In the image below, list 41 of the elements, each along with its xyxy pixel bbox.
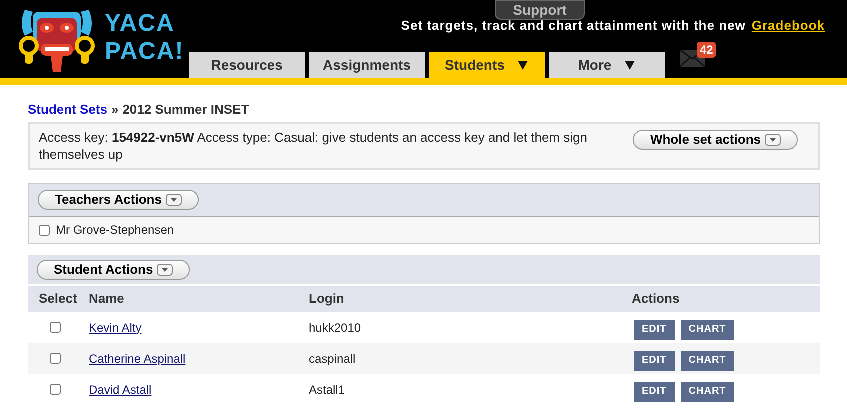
whole-set-actions-button[interactable]: Whole set actions bbox=[633, 130, 798, 150]
action-button[interactable]: EDIT bbox=[634, 382, 675, 402]
login-text: hukk2010 bbox=[309, 320, 362, 334]
teachers-actions-button[interactable]: Teachers Actions bbox=[38, 190, 199, 210]
student-name-link[interactable]: Kevin Alty bbox=[89, 320, 142, 334]
checkbox[interactable] bbox=[50, 322, 61, 333]
dropdown-icon bbox=[765, 134, 781, 146]
action-button[interactable]: CHART bbox=[680, 350, 734, 370]
nav-tab[interactable]: Students bbox=[429, 52, 545, 78]
logo-text: YACA bbox=[105, 10, 176, 38]
column-header: Select bbox=[39, 291, 78, 306]
message-count-badge: 42 bbox=[697, 42, 716, 58]
action-button[interactable]: EDIT bbox=[634, 350, 675, 370]
tagline: Set targets, track and chart attainment with the new bbox=[401, 18, 746, 35]
dropdown-icon bbox=[157, 264, 174, 276]
teacher-name: Mr Grove-Stephensen bbox=[56, 222, 174, 239]
action-button[interactable]: CHART bbox=[680, 320, 734, 340]
action-button[interactable]: EDIT bbox=[634, 320, 675, 340]
login-text: Astall1 bbox=[309, 382, 346, 396]
nav-tab[interactable]: Assignments bbox=[309, 52, 425, 78]
dropdown-icon bbox=[166, 194, 182, 206]
student-name-link[interactable]: Catherine Aspinall bbox=[89, 352, 186, 366]
column-header: Name bbox=[89, 291, 124, 306]
column-header: Actions bbox=[632, 291, 680, 306]
student-name-link[interactable]: David Astall bbox=[89, 382, 152, 396]
support-tab[interactable]: Support bbox=[495, 0, 585, 20]
login-text: caspinall bbox=[309, 352, 356, 366]
student-actions-button[interactable]: Student Actions bbox=[37, 260, 190, 280]
logo-text: PACA! bbox=[105, 38, 184, 66]
checkbox[interactable] bbox=[50, 384, 61, 395]
gradebook-link[interactable]: Gradebook bbox=[752, 16, 825, 36]
column-header: Login bbox=[309, 291, 344, 306]
breadcrumb-current: 2012 Summer INSET bbox=[122, 101, 250, 119]
access-info: Access key: 154922-vn5W Access type: Casual: give students an access key and let them sign themselves up bbox=[39, 129, 588, 163]
nav-tab[interactable]: More bbox=[549, 52, 665, 78]
checkbox[interactable] bbox=[39, 224, 50, 236]
breadcrumb-separator: » bbox=[111, 101, 119, 119]
nav-tab[interactable]: Resources bbox=[189, 52, 305, 78]
action-button[interactable]: CHART bbox=[680, 382, 734, 402]
checkbox[interactable] bbox=[50, 353, 61, 364]
breadcrumb-link[interactable]: Student Sets bbox=[28, 100, 108, 120]
